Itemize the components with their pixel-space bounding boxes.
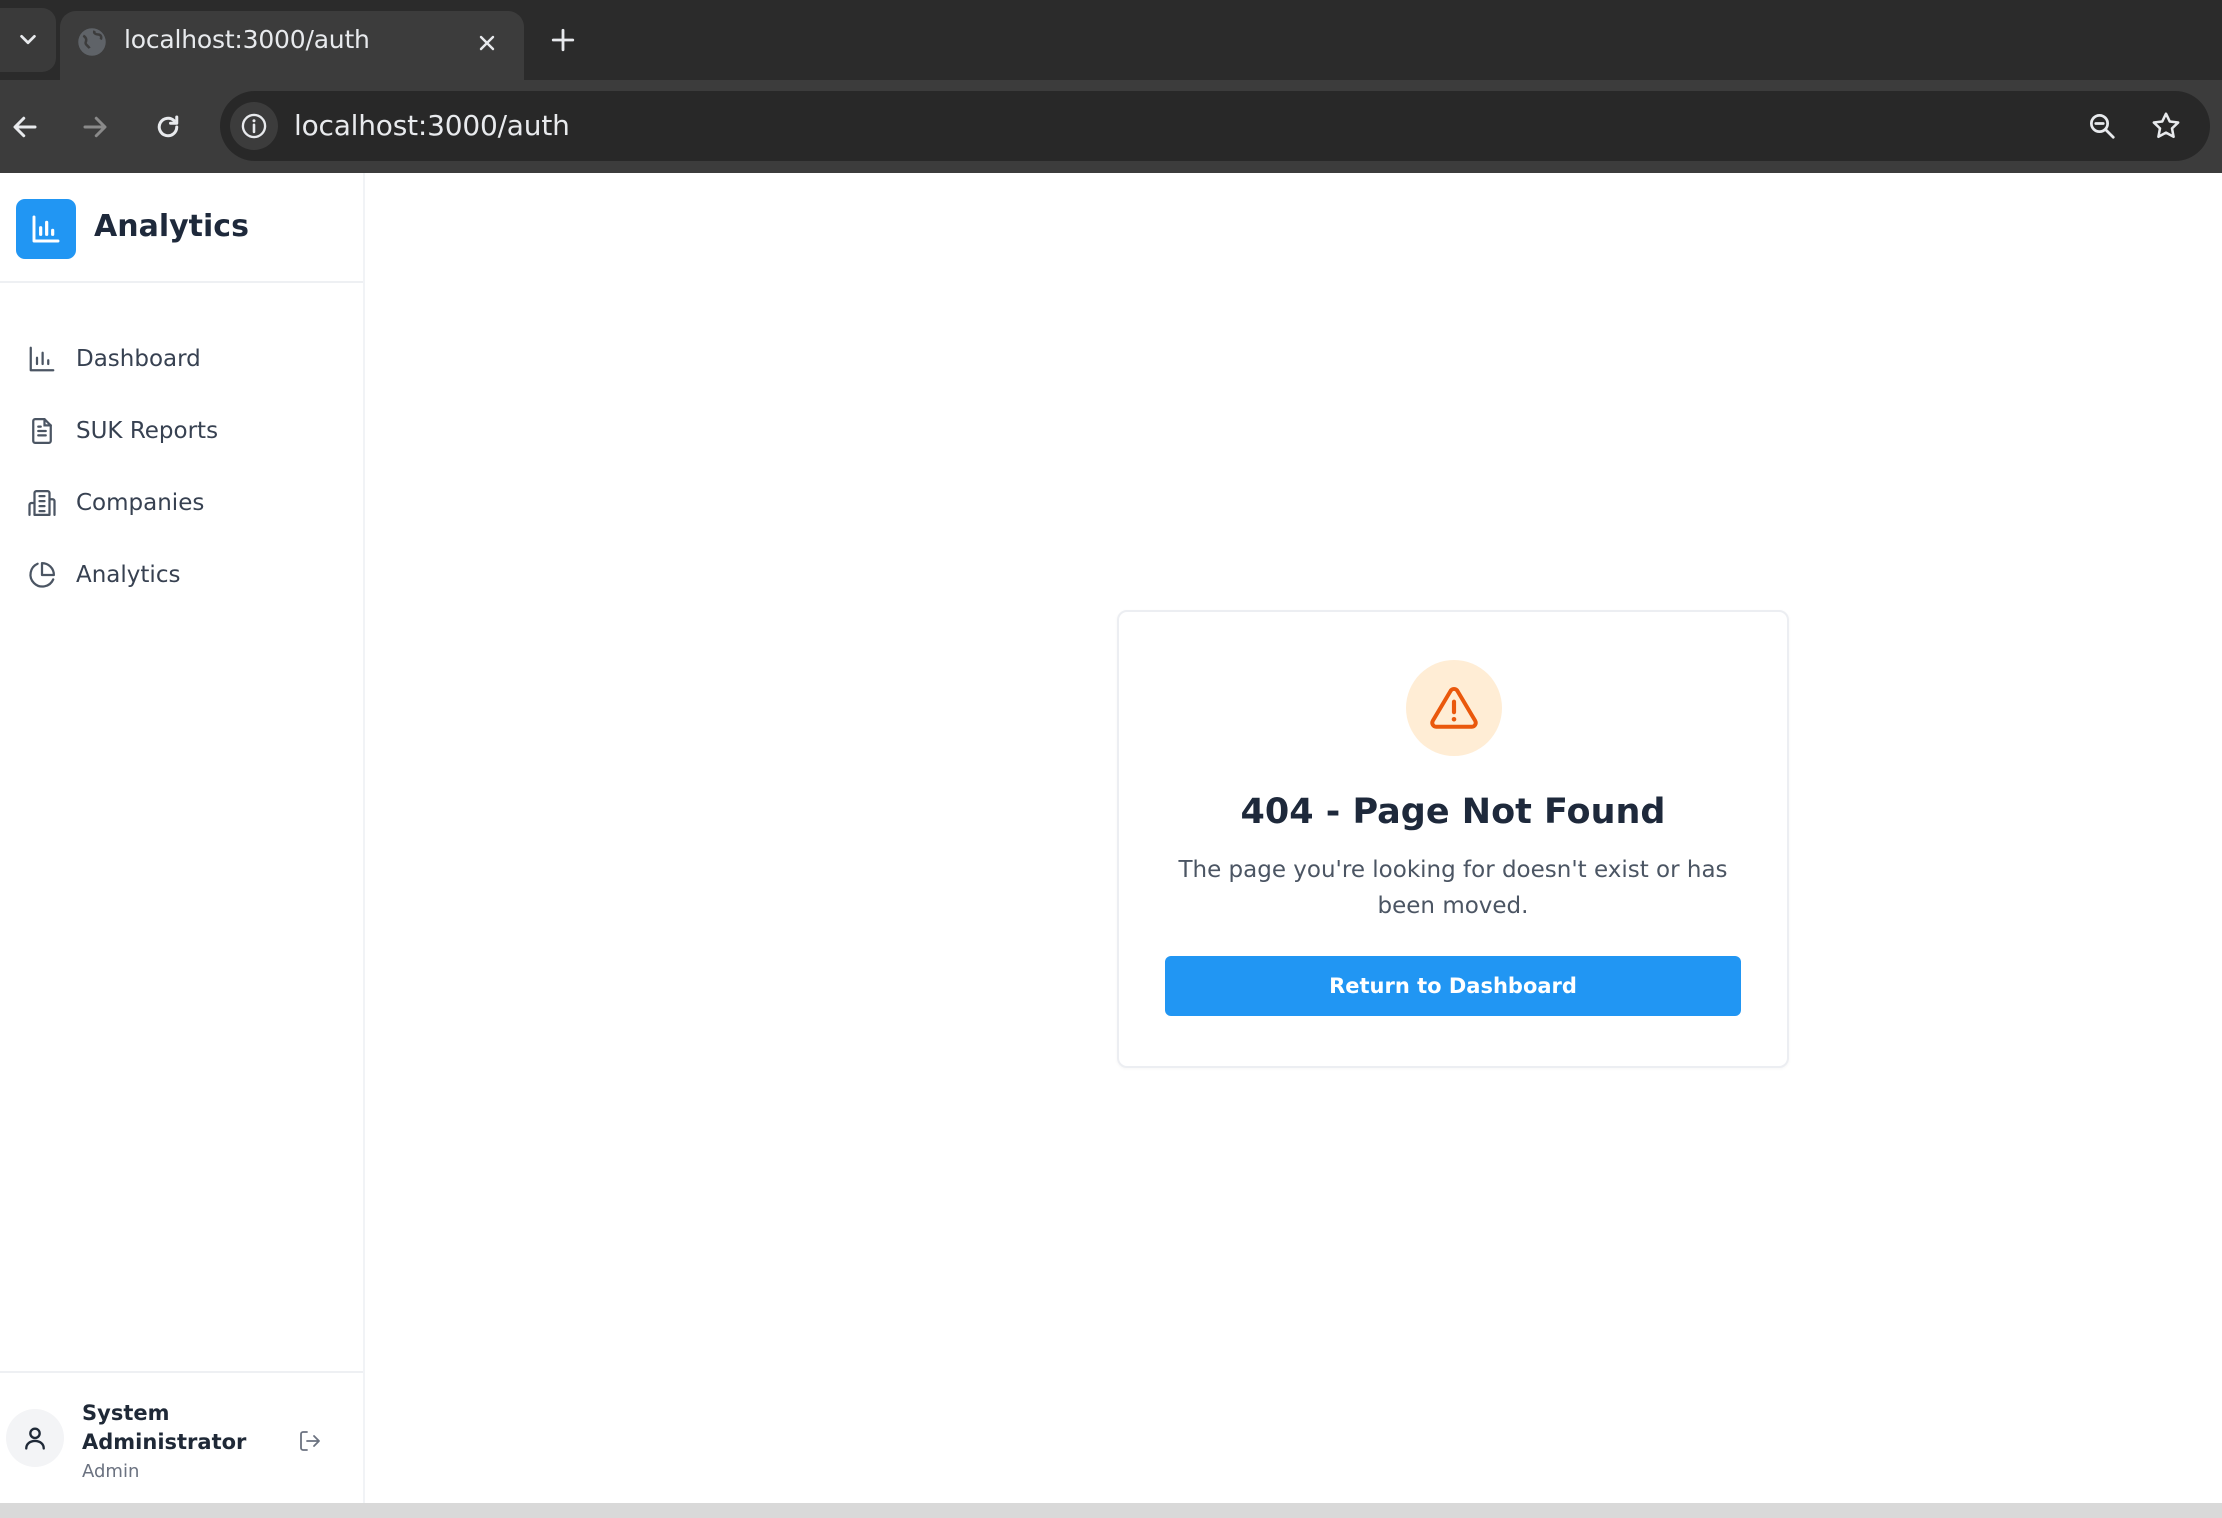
sidebar-item-companies[interactable]: Companies [0, 467, 363, 539]
bar-chart-icon [32, 215, 60, 243]
star-icon [2152, 112, 2180, 139]
browser-tab[interactable]: localhost:3000/auth [60, 11, 524, 80]
document-icon [32, 418, 52, 444]
browser-toolbar: localhost:3000/auth [0, 80, 2222, 173]
tab-strip: localhost:3000/auth [0, 0, 2222, 80]
error-card: 404 - Page Not Found The page you're loo… [1117, 610, 1789, 1068]
bookmark-button[interactable] [2146, 106, 2186, 146]
forward-button[interactable] [70, 102, 120, 152]
app-root: Analytics Dashboard SUK Reports Companie… [0, 173, 2222, 1503]
return-to-dashboard-button[interactable]: Return to Dashboard [1165, 956, 1741, 1016]
globe-icon [78, 28, 106, 56]
address-bar[interactable]: localhost:3000/auth [220, 91, 2210, 161]
arrow-left-icon [13, 116, 37, 138]
sidebar-item-suk-reports[interactable]: SUK Reports [0, 395, 363, 467]
error-message: The page you're looking for doesn't exis… [1178, 857, 1728, 919]
avatar[interactable] [6, 1409, 64, 1467]
user-panel: System Administrator Admin [0, 1371, 363, 1503]
reload-icon [157, 115, 179, 138]
tab-search-button[interactable] [0, 8, 56, 72]
sidebar: Analytics Dashboard SUK Reports Companie… [0, 173, 365, 1503]
warning-triangle-icon [1430, 686, 1478, 729]
pie-chart-icon [29, 562, 55, 588]
tab-close-button[interactable] [470, 26, 504, 60]
info-icon [241, 113, 267, 139]
window-bottom-edge [0, 1503, 2222, 1518]
arrow-right-icon [83, 116, 107, 138]
brand-logo [16, 199, 76, 259]
sidebar-item-label: Analytics [76, 562, 181, 588]
site-info-button[interactable] [230, 102, 278, 150]
zoom-button[interactable] [2082, 106, 2122, 146]
zoom-icon [2090, 114, 2115, 139]
plus-icon [551, 28, 575, 52]
tab-title: localhost:3000/auth [124, 25, 370, 54]
main-content: 404 - Page Not Found The page you're loo… [365, 173, 2222, 1503]
sidebar-item-analytics[interactable]: Analytics [0, 539, 363, 611]
sidebar-item-dashboard[interactable]: Dashboard [0, 323, 363, 395]
chevron-down-icon [20, 34, 36, 45]
bar-chart-icon [29, 346, 55, 372]
sidebar-item-label: SUK Reports [76, 418, 219, 444]
user-name: System Administrator [82, 1401, 247, 1454]
brand-header[interactable]: Analytics [0, 173, 363, 283]
warning-badge [1406, 660, 1502, 756]
browser-window: localhost:3000/auth localhost:3000/auth [0, 0, 2222, 1518]
url-text: localhost:3000/auth [294, 109, 570, 142]
close-icon [479, 35, 495, 51]
back-button[interactable] [0, 102, 50, 152]
logout-button[interactable] [292, 1423, 328, 1459]
building-icon [28, 490, 56, 516]
user-role: Admin [82, 1461, 140, 1482]
user-icon [25, 1427, 45, 1450]
sidebar-nav: Dashboard SUK Reports Companies Analytic… [0, 323, 363, 611]
sidebar-item-label: Dashboard [76, 346, 201, 372]
reload-button[interactable] [143, 102, 193, 152]
error-title: 404 - Page Not Found [1240, 792, 1666, 832]
sidebar-item-label: Companies [76, 490, 205, 516]
logout-icon [300, 1431, 320, 1451]
brand-name: Analytics [94, 209, 249, 244]
new-tab-button[interactable] [543, 20, 583, 60]
